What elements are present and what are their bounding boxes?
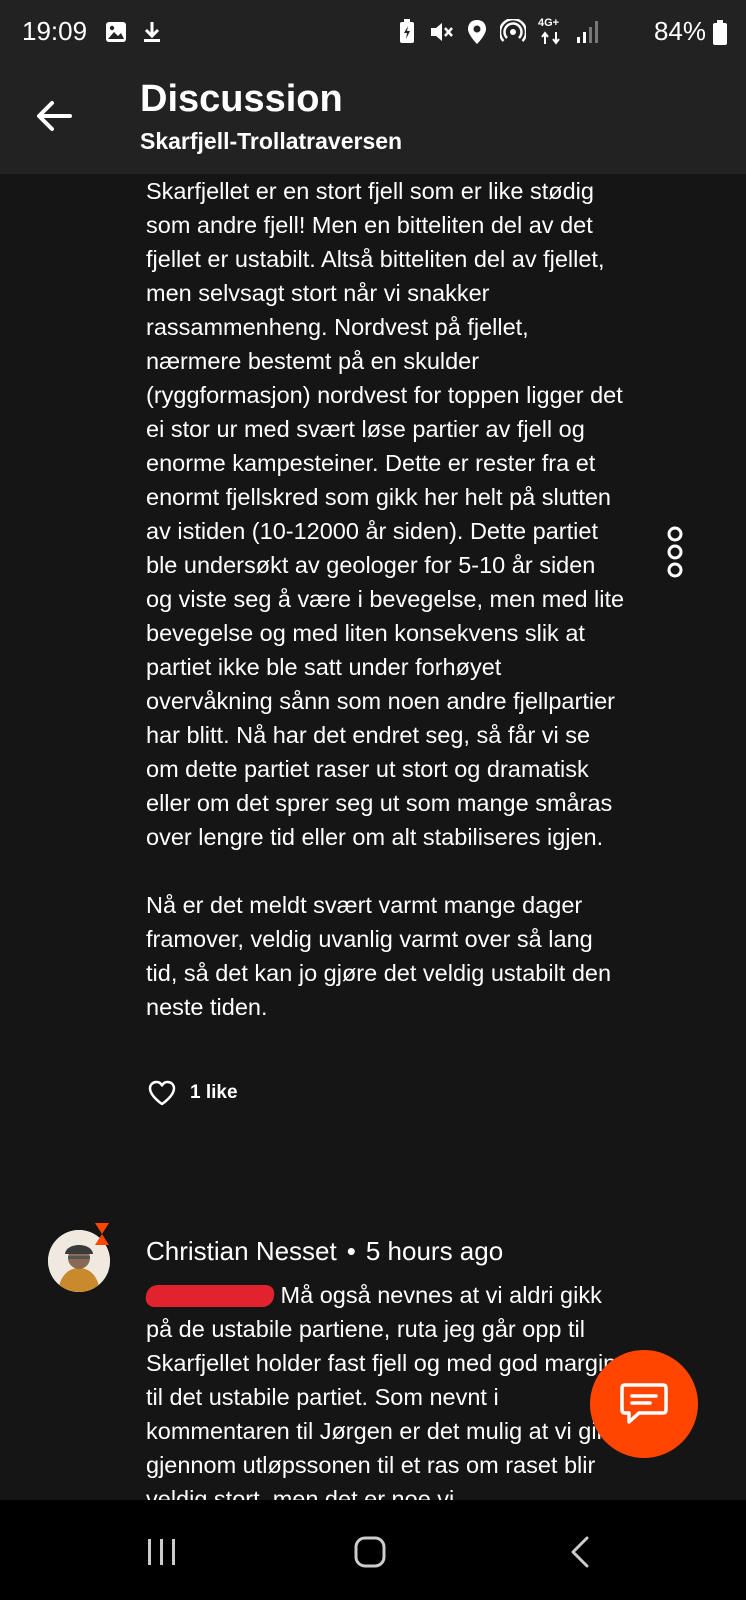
reply-fab-button[interactable] — [590, 1350, 698, 1458]
like-count: 1 like — [190, 1082, 238, 1103]
home-icon[interactable] — [354, 1536, 386, 1568]
mute-icon — [431, 23, 453, 41]
avatar-badge-icon — [95, 1223, 109, 1245]
comment-meta: Christian Nesset • 5 hours ago — [146, 1236, 503, 1267]
comment-paragraph-2: Nå er det meldt svært varmt mange dager … — [146, 892, 612, 1020]
status-right-icons: 4G+ — [398, 17, 598, 45]
location-icon — [468, 20, 486, 44]
comment-body: Skarfjellet er en stort fjell som er lik… — [146, 174, 626, 1024]
like-row[interactable]: 1 like — [148, 1080, 238, 1106]
status-bar: 19:09 4G+ 84% — [0, 0, 746, 66]
comment-text: Må også nevnes at vi aldri gikk på de us… — [144, 1278, 626, 1500]
comment-text-body: Må også nevnes at vi aldri gikk på de us… — [146, 1282, 621, 1500]
battery-percent: 84% — [653, 16, 706, 46]
discussion-content[interactable]: Skarfjellet er en stort fjell som er lik… — [0, 174, 746, 1500]
comment-author[interactable]: Christian Nesset — [146, 1236, 337, 1266]
meta-separator: • — [346, 1236, 356, 1266]
signal-icon — [577, 21, 598, 43]
app-header: Discussion Skarfjell-Trollatraversen — [0, 66, 746, 174]
more-options-icon[interactable] — [660, 526, 690, 578]
back-arrow-icon[interactable] — [34, 96, 74, 136]
page-title: Discussion — [140, 78, 343, 120]
comment-time: 5 hours ago — [365, 1236, 504, 1266]
battery-icon — [713, 20, 727, 45]
image-icon — [106, 22, 126, 42]
status-left-icons — [104, 20, 164, 44]
page-subtitle: Skarfjell-Trollatraversen — [140, 128, 403, 154]
comment-paragraph-1: Skarfjellet er en stort fjell som er lik… — [146, 178, 625, 850]
battery-saver-icon — [400, 19, 414, 43]
back-nav-icon[interactable] — [570, 1536, 590, 1568]
recent-apps-icon[interactable] — [146, 1538, 178, 1566]
status-time: 19:09 — [22, 16, 88, 46]
redaction-mark — [144, 1285, 276, 1307]
heart-icon[interactable] — [148, 1080, 176, 1106]
hotspot-icon — [500, 19, 526, 42]
network-label: 4G+ — [538, 17, 560, 29]
network-4g-icon: 4G+ — [538, 17, 564, 45]
system-nav-bar — [0, 1500, 746, 1600]
download-icon — [144, 22, 160, 42]
chat-bubble-icon — [620, 1383, 668, 1424]
